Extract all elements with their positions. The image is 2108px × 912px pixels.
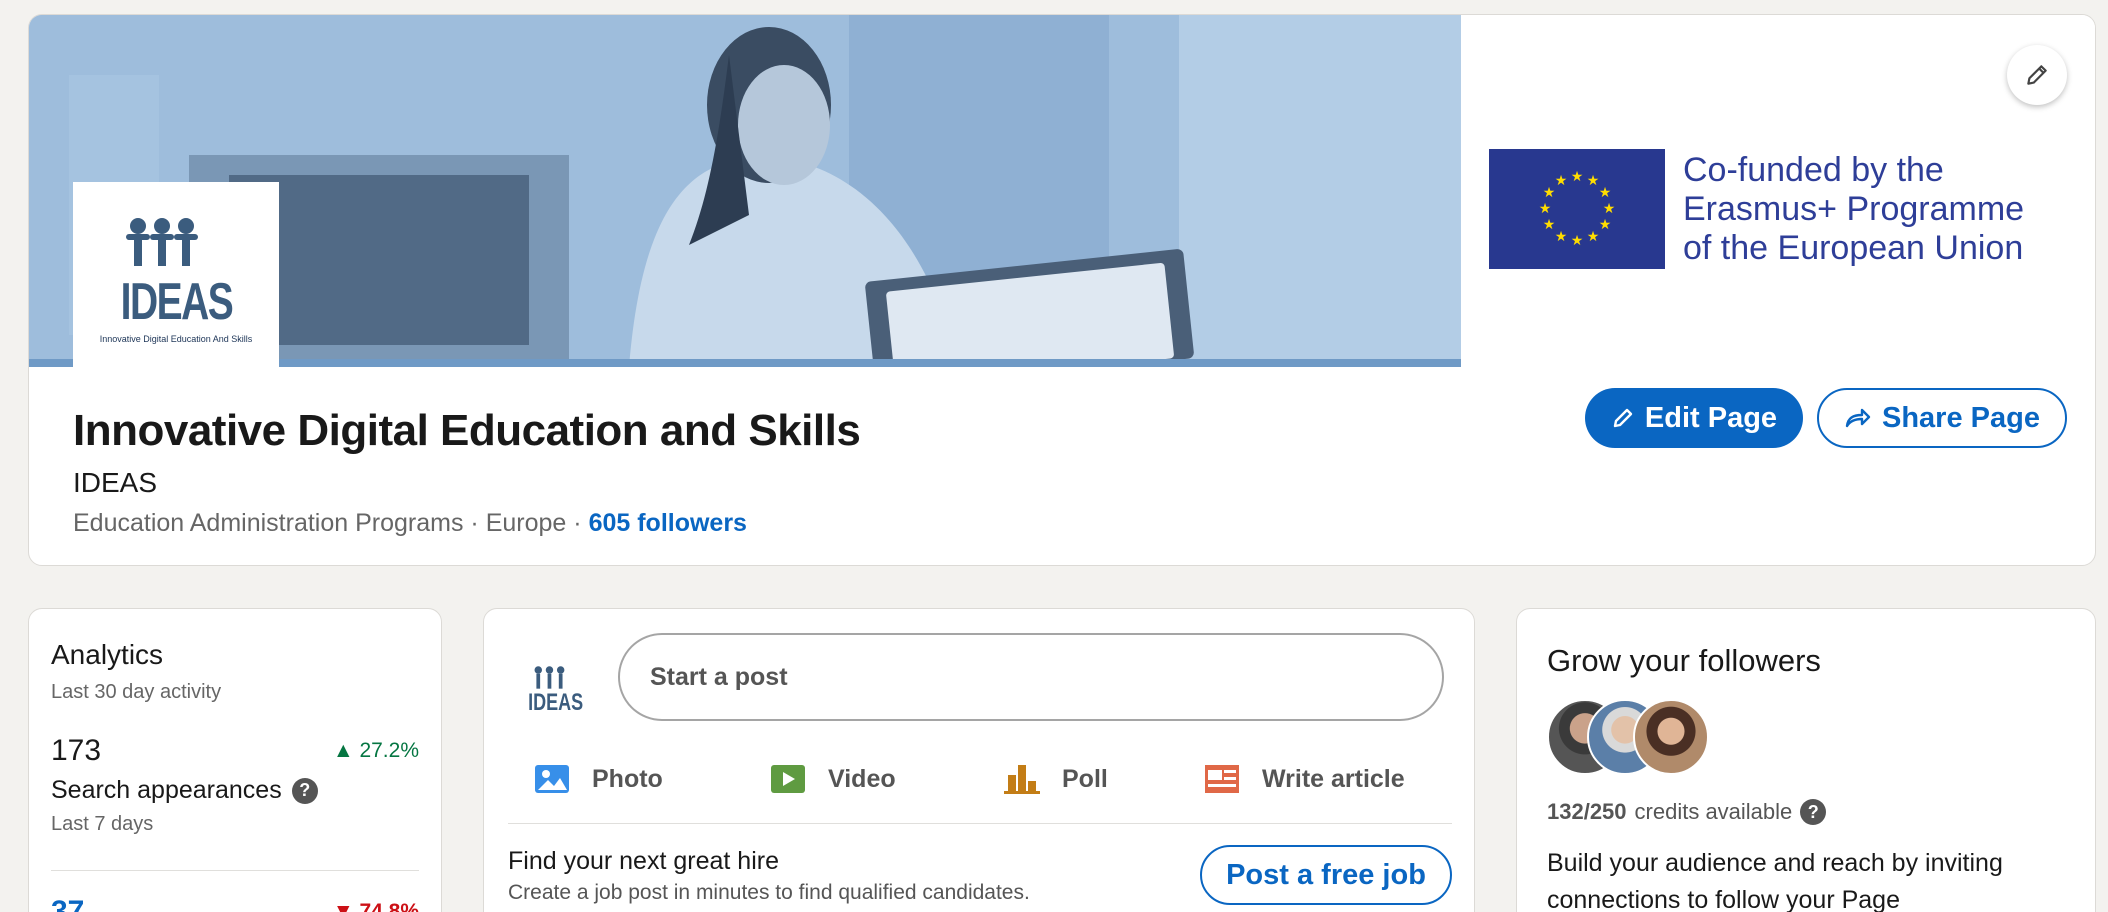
poll-icon (1004, 765, 1040, 794)
edit-cover-button[interactable] (2007, 45, 2067, 105)
cover-banner: ★ ★ ★ ★ ★ ★ ★ ★ ★ ★ ★ ★ Co-funded by the… (29, 15, 2095, 367)
svg-text:★: ★ (1571, 169, 1584, 185)
share-arrow-icon (1845, 408, 1871, 428)
composer-avatar: IDEAS (518, 653, 594, 729)
svg-text:★: ★ (1587, 173, 1600, 189)
hire-subtitle: Create a job post in minutes to find qua… (508, 881, 1030, 904)
help-icon[interactable]: ? (291, 777, 318, 804)
erasmus-line-2: Erasmus+ Programme (1683, 189, 2025, 228)
share-page-button[interactable]: Share Page (1817, 388, 2067, 448)
svg-text:★: ★ (1543, 217, 1556, 233)
photo-button[interactable]: Photo (534, 764, 663, 794)
erasmus-line-3: of the European Union (1683, 228, 2024, 267)
pencil-icon (2027, 65, 2047, 85)
svg-text:★: ★ (1587, 229, 1600, 245)
second-metric-row[interactable]: 37 ▼ 74.8% (51, 895, 419, 912)
start-post-input[interactable]: Start a post (618, 633, 1444, 721)
photo-label: Photo (592, 764, 663, 793)
search-appearances-count: 173 (51, 734, 102, 767)
avatar (1633, 699, 1709, 775)
search-appearances-change: ▲ 27.2% (332, 739, 419, 762)
post-free-job-button[interactable]: Post a free job (1200, 845, 1452, 905)
followers-link[interactable]: 605 followers (589, 509, 747, 537)
search-appearances-row[interactable]: 173 ▲ 27.2% (51, 734, 419, 768)
analytics-card: Analytics Last 30 day activity 173 ▲ 27.… (28, 608, 442, 912)
svg-text:★: ★ (1599, 217, 1612, 233)
video-button[interactable]: Video (770, 764, 896, 794)
hire-title: Find your next great hire (508, 847, 779, 875)
organization-info: Innovative Digital Education and Skills … (73, 405, 861, 538)
erasmus-logo: ★ ★ ★ ★ ★ ★ ★ ★ ★ ★ ★ ★ Co-funded by the… (1489, 149, 2024, 269)
help-icon[interactable]: ? (1800, 799, 1827, 825)
video-label: Video (828, 764, 896, 793)
industry-text: Education Administration Programs (73, 509, 464, 537)
search-appearances-period: Last 7 days (51, 813, 154, 835)
organization-logo: IDEAS Innovative Digital Education And S… (73, 182, 279, 378)
poll-button[interactable]: Poll (1004, 763, 1108, 795)
meta-separator: · (470, 509, 479, 537)
analytics-subtitle: Last 30 day activity (51, 681, 222, 703)
organization-meta: Education Administration Programs · Euro… (73, 509, 860, 538)
page-title: Innovative Digital Education and Skills (73, 406, 861, 455)
grow-followers-card: Grow your followers 132/250 credits avai… (1516, 608, 2096, 912)
svg-text:★: ★ (1543, 185, 1556, 201)
meta-separator: · (573, 509, 582, 537)
post-composer-card: IDEAS Start a post Photo Video Poll Writ… (483, 608, 1475, 912)
svg-text:★: ★ (1571, 233, 1584, 249)
location-text: Europe (485, 509, 567, 537)
composer-actions: Photo Video Poll Write article (534, 749, 1446, 809)
svg-text:★: ★ (1603, 201, 1616, 217)
edit-page-button[interactable]: Edit Page (1585, 388, 1803, 448)
divider (508, 823, 1452, 824)
trend-down-icon: ▼ (332, 900, 360, 912)
svg-text:★: ★ (1555, 173, 1568, 189)
grow-followers-description: Build your audience and reach by invitin… (1547, 849, 2003, 912)
organization-tagline: IDEAS (73, 467, 158, 498)
write-article-button[interactable]: Write article (1204, 764, 1405, 794)
second-metric-count: 37 (51, 895, 85, 912)
divider (51, 870, 419, 871)
erasmus-text: Co-funded by the Erasmus+ Programme of t… (1683, 151, 2024, 268)
poll-label: Poll (1062, 764, 1108, 793)
trend-up-icon: ▲ (332, 739, 360, 762)
eu-flag-icon: ★ ★ ★ ★ ★ ★ ★ ★ ★ ★ ★ ★ (1489, 149, 1665, 269)
logo-tagline: Innovative Digital Education And Skills (99, 334, 253, 344)
video-icon (771, 765, 805, 793)
connection-avatars (1547, 699, 2065, 777)
analytics-title[interactable]: Analytics (51, 639, 419, 671)
svg-text:★: ★ (1555, 229, 1568, 245)
second-metric-change: ▼ 74.8% (333, 900, 419, 912)
svg-text:★: ★ (1539, 201, 1552, 217)
grow-followers-title: Grow your followers (1547, 643, 1821, 678)
page-header-card: ★ ★ ★ ★ ★ ★ ★ ★ ★ ★ ★ ★ Co-funded by the… (28, 14, 2096, 566)
edit-page-label: Edit Page (1644, 401, 1778, 434)
article-icon (1205, 765, 1239, 793)
composer-logo-word: IDEAS (528, 689, 584, 716)
people-logo-icon (534, 666, 565, 689)
credits-available: 132/250 credits available ? (1547, 799, 2065, 825)
write-article-label: Write article (1262, 764, 1405, 793)
credits-count: 132/250 (1547, 799, 1627, 824)
erasmus-line-1: Co-funded by the (1683, 150, 1944, 189)
pencil-icon (1613, 408, 1633, 428)
credits-label: credits available (1634, 799, 1793, 824)
share-page-label: Share Page (1882, 401, 2040, 434)
search-appearances-label: Search appearances ? (51, 776, 419, 805)
people-logo-icon (126, 218, 198, 266)
svg-text:★: ★ (1599, 185, 1612, 201)
photo-icon (535, 765, 569, 793)
logo-wordmark: IDEAS (120, 273, 233, 331)
